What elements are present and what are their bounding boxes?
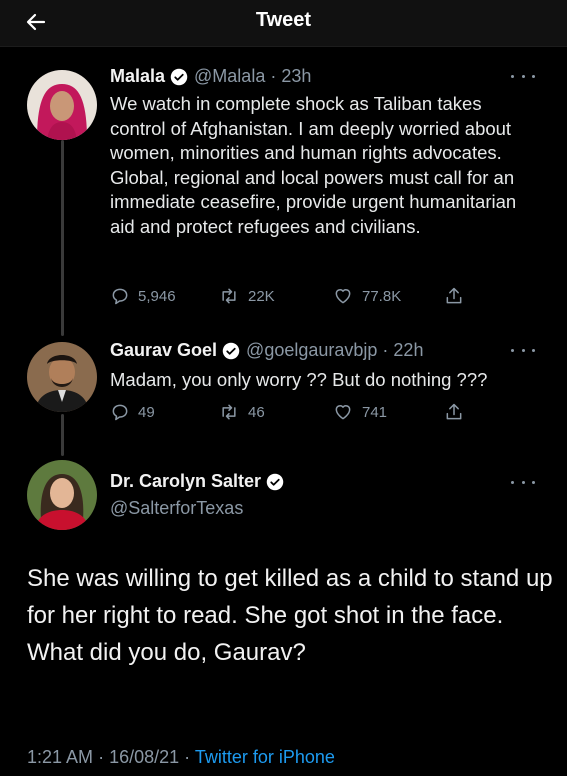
like-icon [335,289,351,304]
author-handle[interactable]: @SalterforTexas [110,498,243,519]
retweet-count: 46 [248,403,265,421]
tweet-time: 22h [393,340,424,360]
like-button[interactable]: 741 [332,402,387,422]
author-handle[interactable]: @goelgauravbjp [246,340,377,361]
thread-line [61,414,64,456]
author-name[interactable]: Dr. Carolyn Salter [110,471,261,492]
page-title: Tweet [255,9,312,31]
more-icon[interactable] [511,70,535,82]
retweet-button[interactable]: 46 [218,402,265,422]
more-icon[interactable] [511,476,535,488]
like-icon [335,405,351,420]
tweet-date[interactable]: 16/08/21 [109,747,179,767]
share-icon [446,403,462,420]
tweet-header: Malala @Malala · 23h [110,66,311,87]
reply-count: 5,946 [138,287,176,305]
like-count: 741 [362,403,388,421]
separator: · [265,66,282,86]
tweet-text: She was willing to get killed as a child… [27,565,553,666]
reply-count: 49 [138,403,155,421]
reply-button[interactable]: 49 [110,402,155,422]
tweet-time: 23h [281,66,312,86]
tweet-text: We watch in complete shock as Taliban ta… [110,93,517,237]
separator: · [377,340,394,360]
tweet-text: Madam, you only worry ?? But do nothing … [110,369,488,390]
tweet-header: Dr. Carolyn Salter [110,471,290,492]
tweet-actions: 5,946 22K 77.8K [110,286,470,308]
reply-icon [112,404,128,421]
author-name[interactable]: Malala [110,66,165,87]
share-icon [446,287,462,304]
avatar[interactable] [27,342,97,412]
handle-row: @SalterforTexas [110,498,243,519]
separator: · [98,747,110,767]
avatar[interactable] [27,70,97,140]
reply-button[interactable]: 5,946 [110,286,176,306]
top-bar: Tweet [0,0,567,47]
more-icon[interactable] [511,344,535,356]
like-count: 77.8K [362,287,402,305]
verified-icon [266,473,284,491]
verified-icon [222,342,240,360]
retweet-icon [222,288,236,304]
share-button[interactable] [444,402,472,422]
author-name[interactable]: Gaurav Goel [110,340,217,361]
thread-line [61,140,64,336]
retweet-button[interactable]: 22K [218,286,275,306]
separator: · [184,747,195,767]
share-button[interactable] [444,286,472,306]
verified-icon [170,68,188,86]
author-handle[interactable]: @Malala [194,66,265,87]
tweet-header: Gaurav Goel @goelgauravbjp · 22h [110,340,423,361]
reply-icon [112,288,128,305]
tweet-time[interactable]: 1:21 AM [27,747,93,767]
tweet-source[interactable]: Twitter for iPhone [195,747,335,767]
like-button[interactable]: 77.8K [332,286,401,306]
retweet-icon [222,404,236,420]
tweet-metadata: 1:21 AM · 16/08/21 · Twitter for iPhone [27,747,335,768]
tweet-actions: 49 46 741 [110,402,470,424]
retweet-count: 22K [248,287,275,305]
avatar[interactable] [27,460,97,530]
